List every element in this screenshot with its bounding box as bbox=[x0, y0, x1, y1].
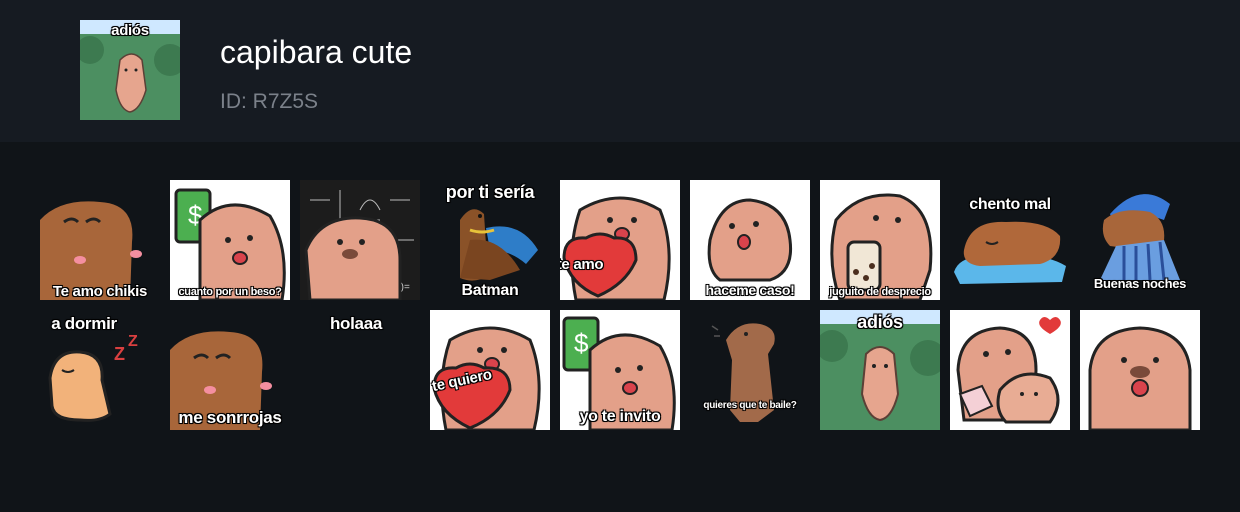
sticker-caption: yo te invito bbox=[579, 408, 661, 425]
sticker-caption: juguito de desprecio bbox=[829, 286, 931, 298]
sticker-yo-te-invito[interactable]: $ yo te invito bbox=[560, 310, 680, 430]
pack-id: ID: R7Z5S bbox=[220, 90, 319, 113]
pack-title: capibara cute bbox=[220, 34, 413, 70]
sticker-te-quiero[interactable]: te quiero bbox=[430, 310, 550, 430]
sticker-caption: Te amo chikis bbox=[52, 283, 148, 300]
sticker-caption-top: chento mal bbox=[969, 196, 1051, 213]
sticker-caption-top: por ti sería bbox=[445, 182, 535, 202]
sticker-math-thinking[interactable]: P(A)= bbox=[300, 180, 420, 300]
sticker-caption-top: adiós bbox=[857, 312, 903, 332]
svg-text:Z: Z bbox=[128, 333, 138, 350]
sticker-chento-mal[interactable]: chento mal bbox=[950, 180, 1070, 300]
sticker-buenas-noches[interactable]: Buenas noches bbox=[1080, 180, 1200, 300]
cover-caption: adiós bbox=[111, 22, 149, 39]
sticker-caption-top: holaaa bbox=[329, 314, 383, 333]
sticker-capybara-hug[interactable] bbox=[950, 310, 1070, 430]
sticker-caption: Batman bbox=[461, 282, 519, 299]
svg-text:Z: Z bbox=[114, 344, 125, 364]
sticker-te-amo[interactable]: te amo bbox=[560, 180, 680, 300]
sticker-caption: cuanto por un beso? bbox=[178, 286, 282, 298]
sticker-caption-top: a dormir bbox=[51, 314, 117, 333]
sticker-holaaa[interactable]: holaaa bbox=[300, 310, 420, 430]
sticker-caption: quieres que te baile? bbox=[703, 400, 797, 411]
sticker-quieres-que-te-baile[interactable]: quieres que te baile? bbox=[690, 310, 810, 430]
sticker-caption: haceme caso! bbox=[705, 282, 795, 298]
sticker-adios[interactable]: adiós bbox=[820, 310, 940, 430]
sticker-grid: Te amo chikis $ cuanto por un beso? P(A)… bbox=[0, 142, 1240, 512]
sticker-capybara-smile[interactable] bbox=[1080, 310, 1200, 430]
sticker-a-dormir[interactable]: Z Z a dormir bbox=[40, 310, 160, 430]
sticker-caption: Buenas noches bbox=[1093, 276, 1187, 291]
sticker-batman[interactable]: por ti sería Batman bbox=[430, 180, 550, 300]
sticker-juguito-de-desprecio[interactable]: juguito de desprecio bbox=[820, 180, 940, 300]
sticker-cuanto-por-un-beso[interactable]: $ cuanto por un beso? bbox=[170, 180, 290, 300]
sticker-caption: me sonrrojas bbox=[178, 408, 282, 427]
sticker-haceme-caso[interactable]: haceme caso! bbox=[690, 180, 810, 300]
pack-cover-image[interactable]: adiós bbox=[80, 20, 180, 120]
sticker-caption: te amo bbox=[560, 256, 604, 273]
sticker-te-amo-chikis[interactable]: Te amo chikis bbox=[40, 180, 160, 300]
svg-text:$: $ bbox=[574, 328, 589, 358]
sticker-me-sonrrojas[interactable]: me sonrrojas bbox=[170, 310, 290, 430]
pack-header: adiós capibara cute ID: R7Z5S bbox=[0, 0, 1240, 142]
